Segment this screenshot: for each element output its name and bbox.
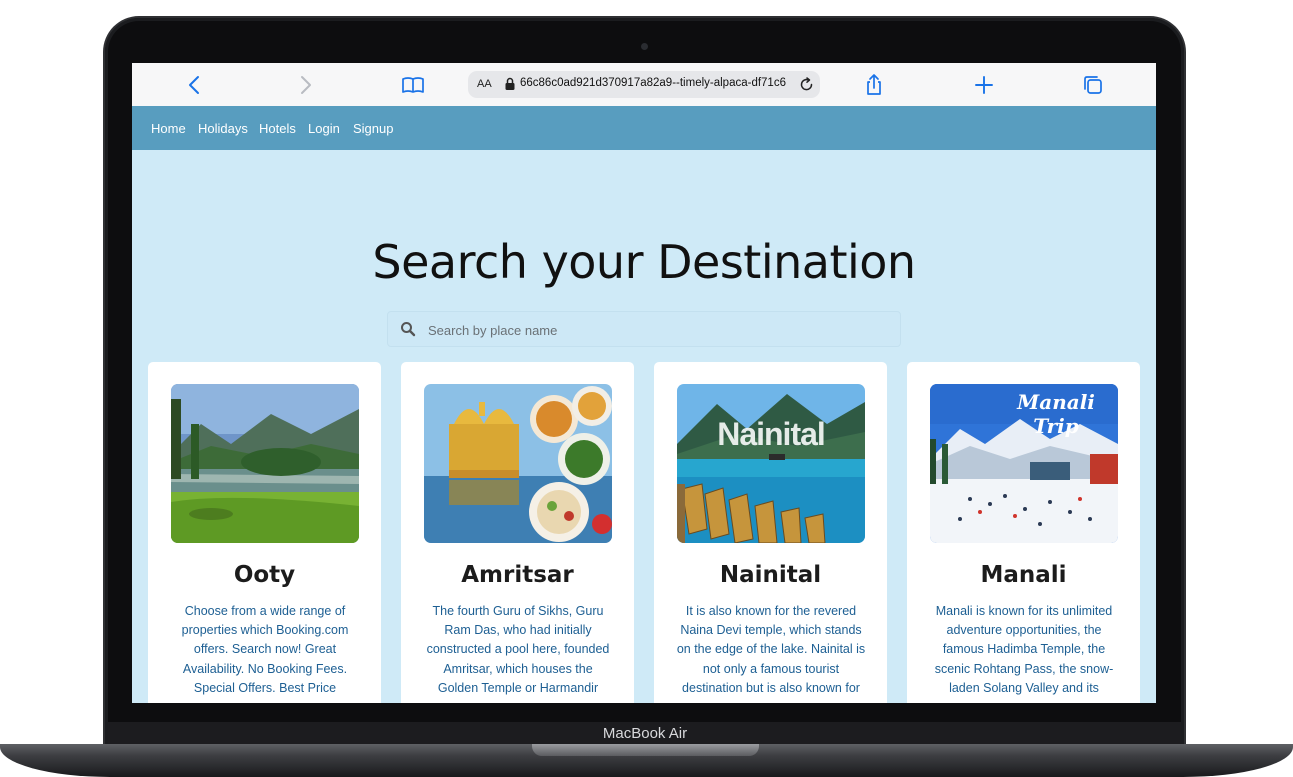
card-description: The fourth Guru of Sikhs, Guru Ram Das, … <box>426 604 610 695</box>
destination-card-manali[interactable]: Manali Trip Manali Manali is known for i… <box>907 362 1140 703</box>
manali-image-caption: Manali Trip <box>1017 390 1095 438</box>
destination-card-amritsar[interactable]: Amritsar The fourth Guru of Sikhs, Guru … <box>401 362 634 703</box>
address-bar[interactable]: AA 66c86c0ad921d370917a82a9--timely-alpa… <box>468 71 820 98</box>
nainital-image: Nainital <box>677 384 865 543</box>
nav-home[interactable]: Home <box>151 121 186 136</box>
forward-icon[interactable] <box>292 72 318 98</box>
url-text: 66c86c0ad921d370917a82a9--timely-alpaca-… <box>520 77 786 89</box>
nav-login[interactable]: Login <box>308 121 340 136</box>
search-icon <box>401 322 416 337</box>
laptop-notch <box>532 744 759 756</box>
card-title: Amritsar <box>461 562 574 588</box>
card-description: Manali is known for its unlimited advent… <box>934 604 1114 695</box>
device-label: MacBook Air <box>602 725 688 742</box>
destination-card-ooty[interactable]: Ooty Choose from a wide range of propert… <box>148 362 381 703</box>
site-navbar: Home Holidays Hotels Login Signup <box>132 106 1156 150</box>
new-tab-icon[interactable] <box>971 72 997 98</box>
search-box <box>387 311 901 347</box>
card-description: It is also known for the revered Naina D… <box>676 604 866 695</box>
ooty-image <box>171 384 359 543</box>
nav-hotels[interactable]: Hotels <box>259 121 296 136</box>
share-icon[interactable] <box>861 72 887 98</box>
page-title: Search your Destination <box>372 235 916 289</box>
tabs-icon[interactable] <box>1080 72 1106 98</box>
screen: AA 66c86c0ad921d370917a82a9--timely-alpa… <box>132 63 1156 703</box>
card-title: Ooty <box>233 562 296 588</box>
destination-card-nainital[interactable]: Nainital Nainital It is also known for t… <box>654 362 887 703</box>
camera <box>641 43 648 50</box>
manali-image: Manali Trip <box>930 384 1118 543</box>
nav-signup[interactable]: Signup <box>353 121 393 136</box>
reload-icon[interactable] <box>798 76 815 93</box>
back-icon[interactable] <box>182 72 208 98</box>
card-title: Nainital <box>719 562 822 588</box>
card-title: Manali <box>980 562 1067 588</box>
lock-icon <box>505 77 515 90</box>
search-input[interactable] <box>426 318 890 342</box>
amritsar-image <box>424 384 612 543</box>
card-description: Choose from a wide range of properties w… <box>181 604 349 695</box>
nav-holidays[interactable]: Holidays <box>198 121 248 136</box>
browser-toolbar: AA 66c86c0ad921d370917a82a9--timely-alpa… <box>132 63 1156 106</box>
nainital-image-caption: Nainital <box>717 416 826 452</box>
text-size-button[interactable]: AA <box>477 78 492 90</box>
bookmarks-icon[interactable] <box>400 72 426 98</box>
